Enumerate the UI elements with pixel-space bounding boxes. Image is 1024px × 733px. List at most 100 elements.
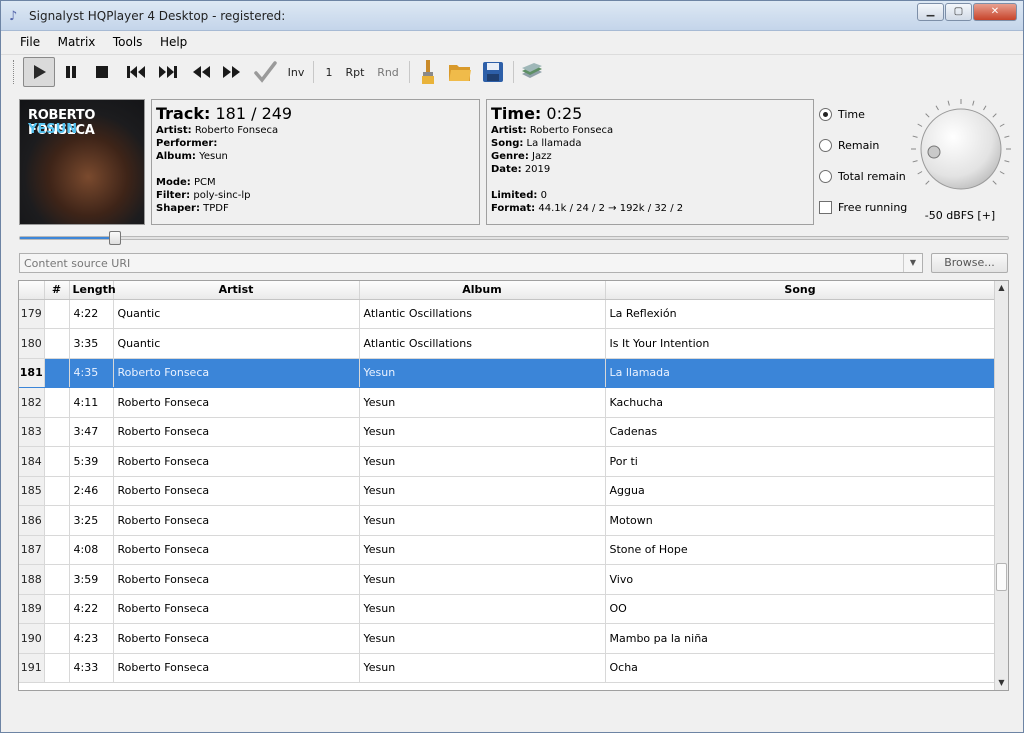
menu-help[interactable]: Help <box>160 32 187 49</box>
table-row[interactable]: 179 4:22 Quantic Atlantic Oscillations La Re… <box>19 299 996 329</box>
rewind-icon <box>193 66 210 78</box>
toolbar-separator <box>313 61 314 83</box>
scroll-down-arrow-icon[interactable]: ▼ <box>995 676 1008 690</box>
row-length: 3:47 <box>69 417 114 447</box>
row-number: 181 <box>19 358 45 388</box>
volume-tick <box>912 135 918 138</box>
row-length: 4:22 <box>69 299 114 329</box>
table-row[interactable]: 190 4:23 Roberto Fonseca Yesun Mambo pa la n… <box>19 623 996 654</box>
header-album[interactable]: Album <box>359 281 606 300</box>
row-artist: Roberto Fonseca <box>113 446 360 477</box>
toolbar-grip[interactable] <box>13 60 16 84</box>
source-dropdown-button[interactable]: ▼ <box>903 254 922 272</box>
app-window: ♪ Signalyst HQPlayer 4 Desktop - registe… <box>0 0 1024 733</box>
row-artist: Roberto Fonseca <box>113 564 360 595</box>
content-source-input[interactable]: Content source URI <box>19 253 923 273</box>
scroll-thumb[interactable] <box>996 563 1007 591</box>
save-button[interactable] <box>479 57 507 87</box>
row-song: Stone of Hope <box>605 535 996 565</box>
remain-radio[interactable]: Remain <box>819 136 907 167</box>
scroll-up-arrow-icon[interactable]: ▲ <box>995 281 1008 295</box>
apply-button[interactable] <box>251 57 279 87</box>
seek-handle[interactable] <box>109 231 122 245</box>
table-row[interactable]: 182 4:11 Roberto Fonseca Yesun Kachucha <box>19 387 996 418</box>
album-art-title: YESUN <box>28 122 78 137</box>
playlist-table: # Length Artist Album Song 179 4:22 Quanti… <box>18 280 1009 691</box>
row-artist: Quantic <box>113 328 360 359</box>
open-button[interactable] <box>446 57 474 87</box>
header-index[interactable]: # <box>44 281 70 300</box>
volume-tick <box>992 180 997 185</box>
toolbar-separator <box>409 61 410 83</box>
play-button[interactable] <box>23 57 55 87</box>
row-song: Aggua <box>605 476 996 506</box>
radio-button[interactable] <box>819 139 832 152</box>
title-bar: ♪ Signalyst HQPlayer 4 Desktop - registe… <box>1 1 1023 31</box>
row-number: 191 <box>19 653 45 683</box>
row-length: 2:46 <box>69 476 114 506</box>
row-song: OO <box>605 594 996 624</box>
rewind-button[interactable] <box>188 57 214 87</box>
row-artist: Roberto Fonseca <box>113 623 360 654</box>
next-track-button[interactable] <box>154 57 182 87</box>
clear-button[interactable] <box>415 57 441 87</box>
pause-button[interactable] <box>59 57 83 87</box>
repeat-count[interactable]: 1 <box>321 57 337 87</box>
row-index <box>44 358 70 388</box>
menu-tools[interactable]: Tools <box>113 32 143 49</box>
header-length[interactable]: Length <box>69 281 116 300</box>
random-button[interactable]: Rnd <box>373 57 403 87</box>
row-number: 189 <box>19 594 45 624</box>
free-running-checkbox[interactable]: Free running <box>819 198 907 229</box>
radio-button[interactable] <box>819 170 832 183</box>
close-button[interactable]: ✕ <box>973 3 1017 21</box>
skip-forward-icon <box>159 66 177 78</box>
seek-bar[interactable] <box>19 236 1009 240</box>
table-row[interactable]: 189 4:22 Roberto Fonseca Yesun OO <box>19 594 996 624</box>
header-song[interactable]: Song <box>605 281 996 300</box>
browse-button[interactable]: Browse... <box>931 253 1008 273</box>
header-artist[interactable]: Artist <box>113 281 360 300</box>
play-icon <box>34 65 46 79</box>
stop-button[interactable] <box>90 57 114 87</box>
table-row[interactable]: 188 3:59 Roberto Fonseca Yesun Vivo <box>19 564 996 595</box>
table-row[interactable]: 184 5:39 Roberto Fonseca Yesun Por ti <box>19 446 996 477</box>
vertical-scrollbar[interactable]: ▲ ▼ <box>994 281 1008 690</box>
volume-tick <box>917 123 923 127</box>
maximize-button[interactable]: ▢ <box>945 3 972 21</box>
total-remain-radio[interactable]: Total remain <box>819 167 907 198</box>
time-date: Date: 2019 <box>491 164 551 175</box>
row-song: Mambo pa la niña <box>605 623 996 654</box>
fast-forward-button[interactable] <box>219 57 245 87</box>
repeat-button[interactable]: Rpt <box>341 57 369 87</box>
table-row[interactable]: 186 3:25 Roberto Fonseca Yesun Motown <box>19 505 996 536</box>
row-index <box>44 446 70 477</box>
library-button[interactable] <box>518 57 546 87</box>
menu-matrix[interactable]: Matrix <box>58 32 96 49</box>
row-number: 185 <box>19 476 45 506</box>
menu-file[interactable]: File <box>20 32 40 49</box>
radio-button[interactable] <box>819 108 832 121</box>
row-length: 4:22 <box>69 594 114 624</box>
row-song: La Reflexión <box>605 299 996 329</box>
row-length: 3:59 <box>69 564 114 595</box>
table-row[interactable]: 180 3:35 Quantic Atlantic Oscillations Is It… <box>19 328 996 359</box>
table-row[interactable]: 191 4:33 Roberto Fonseca Yesun Ocha <box>19 653 996 683</box>
table-row[interactable]: 185 2:46 Roberto Fonseca Yesun Aggua <box>19 476 996 506</box>
previous-track-button[interactable] <box>122 57 150 87</box>
track-filter: Filter: poly-sinc-lp <box>156 190 251 201</box>
minimize-button[interactable]: ▁ <box>917 3 944 21</box>
checkbox[interactable] <box>819 201 832 214</box>
table-row[interactable]: 183 3:47 Roberto Fonseca Yesun Cadenas <box>19 417 996 447</box>
header-row-number[interactable] <box>19 281 45 300</box>
invert-button[interactable]: Inv <box>284 57 308 87</box>
table-row[interactable]: 187 4:08 Roberto Fonseca Yesun Stone of Hope <box>19 535 996 565</box>
row-number: 180 <box>19 328 45 359</box>
app-icon: ♪ <box>9 9 18 24</box>
row-artist: Roberto Fonseca <box>113 387 360 418</box>
table-row[interactable]: 181 4:35 Roberto Fonseca Yesun La llamada <box>19 358 996 388</box>
row-album: Yesun <box>359 623 606 654</box>
volume-tick <box>912 160 918 163</box>
time-radio[interactable]: Time <box>819 105 907 136</box>
volume-knob[interactable] <box>906 97 1016 207</box>
